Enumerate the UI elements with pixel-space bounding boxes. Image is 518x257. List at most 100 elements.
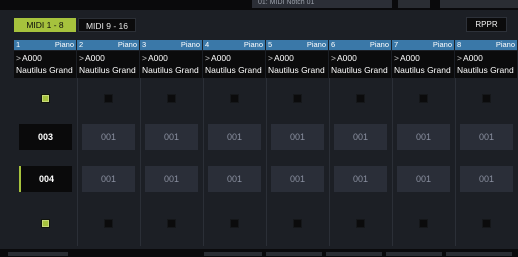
channel-category: Piano <box>243 40 263 49</box>
channel-toggle-top[interactable] <box>293 94 302 103</box>
right-arrow-icon: > <box>16 53 21 63</box>
channel-toggle-top[interactable] <box>104 94 113 103</box>
program-select[interactable]: >A000 Nautilus Grand <box>140 51 202 78</box>
channel-header: 3 Piano <box>140 40 202 50</box>
channel-toggle-bottom[interactable] <box>104 219 113 228</box>
program-select[interactable]: >A000 Nautilus Grand <box>14 51 76 78</box>
value-field-upper[interactable]: 001 <box>208 124 261 150</box>
channel-toggle-top[interactable] <box>41 94 50 103</box>
program-code: A000 <box>21 53 42 63</box>
channel-toggle-bottom[interactable] <box>419 219 428 228</box>
channel-strip-7: 7 Piano >A000 Nautilus Grand 001 001 <box>392 40 456 246</box>
right-arrow-icon: > <box>394 53 399 63</box>
rppr-button[interactable]: RPPR <box>466 17 507 32</box>
channel-number: 6 <box>331 40 336 49</box>
value-field-upper[interactable]: 001 <box>82 124 135 150</box>
bottom-strip-segment <box>8 252 68 256</box>
value-field-lower[interactable]: 004 <box>19 166 72 192</box>
channel-number: 8 <box>457 40 462 49</box>
channel-toggle-bottom[interactable] <box>482 219 491 228</box>
program-select[interactable]: >A000 Nautilus Grand <box>455 51 517 78</box>
channel-category: Piano <box>369 40 389 49</box>
right-arrow-icon: > <box>205 53 210 63</box>
channel-header: 4 Piano <box>203 40 265 50</box>
channel-category: Piano <box>306 40 326 49</box>
program-name: Nautilus Grand <box>394 65 451 75</box>
channel-toggle-top[interactable] <box>356 94 365 103</box>
right-arrow-icon: > <box>331 53 336 63</box>
channel-header: 5 Piano <box>266 40 328 50</box>
right-arrow-icon: > <box>142 53 147 63</box>
value-field-lower[interactable]: 001 <box>397 166 450 192</box>
program-name: Nautilus Grand <box>268 65 325 75</box>
channel-number: 4 <box>205 40 210 49</box>
channel-category: Piano <box>495 40 515 49</box>
bottom-strip-segment <box>446 252 512 256</box>
channel-strip-4: 4 Piano >A000 Nautilus Grand 001 001 <box>203 40 267 246</box>
bottom-strip-segment <box>386 252 442 256</box>
program-code: A000 <box>273 53 294 63</box>
value-field-lower[interactable]: 001 <box>82 166 135 192</box>
program-code: A000 <box>147 53 168 63</box>
program-name: Nautilus Grand <box>79 65 136 75</box>
channel-header: 8 Piano <box>455 40 517 50</box>
channel-strip-1: 1 Piano >A000 Nautilus Grand 003 004 <box>14 40 78 246</box>
value-field-upper[interactable]: 003 <box>19 124 72 150</box>
value-field-upper[interactable]: 001 <box>460 124 513 150</box>
channel-toggle-bottom[interactable] <box>167 219 176 228</box>
channel-number: 1 <box>16 40 21 49</box>
channel-strip-8: 8 Piano >A000 Nautilus Grand 001 001 <box>455 40 518 246</box>
tab-midi-1-8[interactable]: MIDI 1 - 8 <box>14 18 76 32</box>
top-strip-segment <box>398 0 430 8</box>
value-field-lower[interactable]: 001 <box>271 166 324 192</box>
bottom-strip-segment <box>204 252 262 256</box>
top-status-strip: 01: MIDI Notch 01 <box>0 0 518 10</box>
program-select[interactable]: >A000 Nautilus Grand <box>266 51 328 78</box>
tab-midi-9-16[interactable]: MIDI 9 - 16 <box>78 18 136 32</box>
channel-number: 2 <box>79 40 84 49</box>
program-select[interactable]: >A000 Nautilus Grand <box>329 51 391 78</box>
program-code: A000 <box>399 53 420 63</box>
channel-toggle-bottom[interactable] <box>293 219 302 228</box>
channel-toggle-top[interactable] <box>482 94 491 103</box>
channel-number: 5 <box>268 40 273 49</box>
value-field-upper[interactable]: 001 <box>397 124 450 150</box>
channel-strip-area: 1 Piano >A000 Nautilus Grand 003 004 2 P… <box>14 40 518 246</box>
channel-category: Piano <box>180 40 200 49</box>
bottom-strip-segment <box>266 252 322 256</box>
value-field-upper[interactable]: 001 <box>334 124 387 150</box>
program-select[interactable]: >A000 Nautilus Grand <box>392 51 454 78</box>
channel-strip-3: 3 Piano >A000 Nautilus Grand 001 001 <box>140 40 204 246</box>
program-code: A000 <box>84 53 105 63</box>
channel-strip-5: 5 Piano >A000 Nautilus Grand 001 001 <box>266 40 330 246</box>
right-arrow-icon: > <box>79 53 84 63</box>
channel-toggle-top[interactable] <box>230 94 239 103</box>
value-field-lower[interactable]: 001 <box>334 166 387 192</box>
program-name: Nautilus Grand <box>331 65 388 75</box>
program-select[interactable]: >A000 Nautilus Grand <box>77 51 139 78</box>
value-field-lower[interactable]: 001 <box>145 166 198 192</box>
channel-toggle-bottom[interactable] <box>356 219 365 228</box>
channel-strip-6: 6 Piano >A000 Nautilus Grand 001 001 <box>329 40 393 246</box>
channel-header: 1 Piano <box>14 40 76 50</box>
channel-toggle-bottom[interactable] <box>230 219 239 228</box>
program-name: Nautilus Grand <box>142 65 199 75</box>
channel-category: Piano <box>117 40 137 49</box>
channel-toggle-top[interactable] <box>419 94 428 103</box>
program-select[interactable]: >A000 Nautilus Grand <box>203 51 265 78</box>
value-field-upper[interactable]: 001 <box>271 124 324 150</box>
channel-toggle-top[interactable] <box>167 94 176 103</box>
value-field-lower[interactable]: 001 <box>460 166 513 192</box>
right-arrow-icon: > <box>268 53 273 63</box>
channel-number: 7 <box>394 40 399 49</box>
screen-frame: 01: MIDI Notch 01 MIDI 1 - 8 MIDI 9 - 16… <box>0 0 518 257</box>
channel-toggle-bottom[interactable] <box>41 219 50 228</box>
program-code: A000 <box>210 53 231 63</box>
program-name: Nautilus Grand <box>205 65 262 75</box>
channel-header: 2 Piano <box>77 40 139 50</box>
program-name: Nautilus Grand <box>457 65 514 75</box>
channel-header: 6 Piano <box>329 40 391 50</box>
value-field-upper[interactable]: 001 <box>145 124 198 150</box>
program-name: Nautilus Grand <box>16 65 73 75</box>
value-field-lower[interactable]: 001 <box>208 166 261 192</box>
